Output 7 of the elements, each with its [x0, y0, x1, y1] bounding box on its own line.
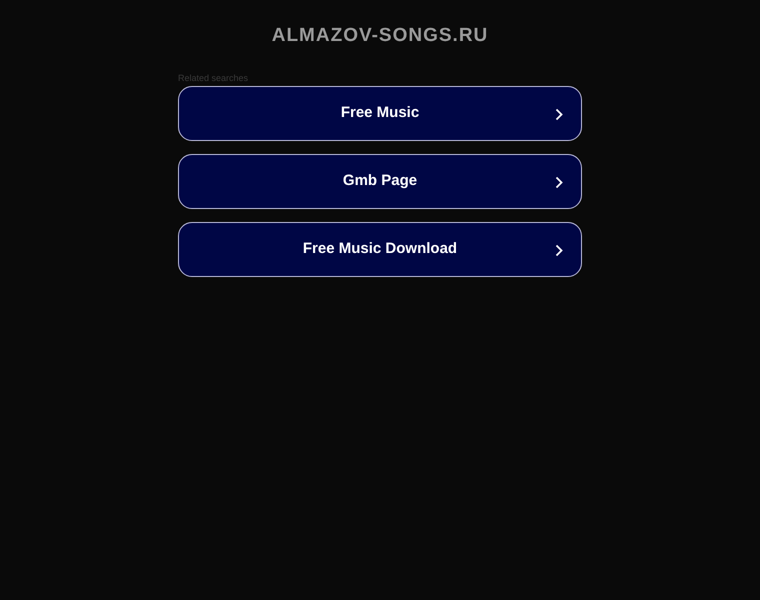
chevron-right-icon [555, 176, 563, 189]
chevron-right-icon [555, 244, 563, 257]
chevron-right-icon [555, 108, 563, 121]
search-link[interactable]: Free Music [178, 86, 582, 141]
search-link[interactable]: Gmb Page [178, 154, 582, 209]
site-title: ALMAZOV-SONGS.RU [272, 24, 488, 48]
search-link[interactable]: Free Music Download [178, 222, 582, 277]
